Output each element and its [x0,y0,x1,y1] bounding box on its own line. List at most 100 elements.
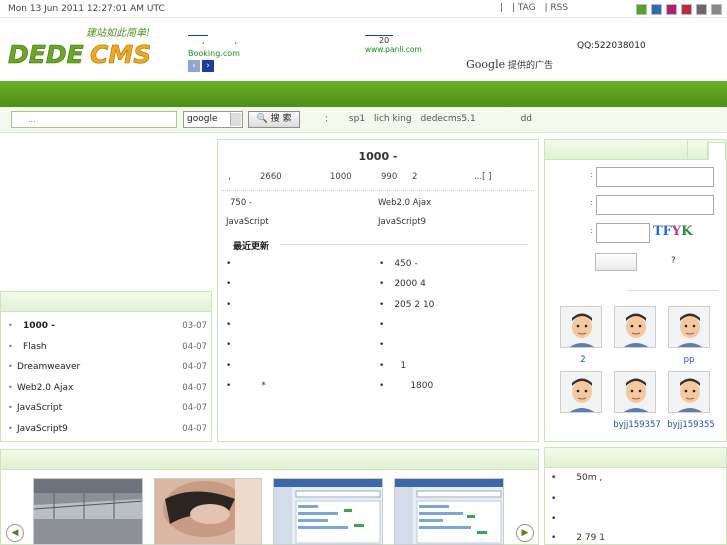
latest-item-title[interactable]: 1 [400,361,406,371]
svg-text:CMS: CMS [90,40,151,68]
list-item-title[interactable]: Dreamweaver [17,362,80,372]
latest-item[interactable]: • 450 - [379,259,418,269]
featured-link[interactable]: Web2.0 Ajax [378,198,431,208]
list-item-title[interactable]: Web2.0 Ajax [17,383,73,393]
list-item-title[interactable]: 50m , [576,473,602,483]
ad-panli[interactable]: 20 www.panli.com [365,30,435,54]
list-item[interactable]: • 2 79 1 [551,533,605,543]
user-avatar[interactable] [614,371,656,413]
theme-swatch-green[interactable] [636,4,647,15]
hot-keyword[interactable]: dd [521,114,532,124]
latest-item-title[interactable]: * [261,381,266,391]
latest-item[interactable]: • * [226,381,266,391]
hot-keyword[interactable]: lich king [374,114,412,124]
latest-item-title[interactable]: 1800 [410,381,433,391]
ad-panli-site[interactable]: www.panli.com [365,45,435,54]
slider-next-icon[interactable]: ▶ [516,524,534,542]
user-avatar[interactable] [560,371,602,413]
latest-item[interactable]: • [226,340,231,350]
user-name[interactable]: byjj159355 [661,420,721,430]
image-slider-header [1,450,538,470]
list-item[interactable]: • JavaScript 04-07 [7,398,207,419]
list-item-title[interactable]: JavaScript9 [17,424,68,434]
theme-swatch-gray[interactable] [696,4,707,15]
latest-item[interactable]: • 1 [379,361,406,371]
username-field[interactable] [596,167,714,187]
user-name[interactable]: pp [659,355,719,365]
hot-keyword[interactable]: sp1 [349,114,365,124]
latest-item-title[interactable]: 2000 4 [394,279,426,289]
forgot-password-link[interactable]: ? [671,256,676,266]
list-item[interactable]: • 1000 - 03-07 [7,316,207,337]
captcha-field[interactable] [596,223,650,243]
list-item-date: 04-07 [182,341,207,352]
theme-swatch-red[interactable] [681,4,692,15]
slider-image-screenshot-1[interactable] [273,478,383,545]
panel-tab-active[interactable] [708,142,726,160]
slider-image-warehouse[interactable] [33,478,143,545]
list-item[interactable]: • JavaScript9 04-07 [7,419,207,440]
login-button[interactable] [595,253,637,271]
latest-item[interactable]: • [226,320,231,330]
user-avatar[interactable] [560,306,602,348]
latest-item[interactable]: • 2000 4 [379,279,426,289]
list-item-title[interactable]: 2 79 1 [576,533,605,543]
list-item-title[interactable]: Flash [23,342,47,352]
latest-item[interactable]: • [379,340,384,350]
list-item[interactable]: • [551,494,556,504]
list-item[interactable]: • Flash 04-07 [7,337,207,358]
bullet-icon: • [8,382,13,392]
latest-item[interactable]: • [379,320,384,330]
search-input[interactable] [11,111,177,128]
list-item-date: 04-07 [182,423,207,434]
theme-swatch-blue[interactable] [651,4,662,15]
featured-link[interactable]: JavaScript9 [378,217,426,227]
hot-keyword[interactable]: dedecms5.1 [420,114,475,124]
ad-booking-site[interactable]: Booking.com [188,49,248,58]
theme-swatch-lightgray[interactable] [711,4,722,15]
latest-item[interactable]: • 205 2 10 [379,300,434,310]
user-avatar[interactable] [668,306,710,348]
read-more-link[interactable]: ...[ ] [474,172,491,182]
latest-item-title[interactable]: 450 - [394,259,417,269]
latest-item[interactable]: • [226,259,231,269]
list-item[interactable]: • [551,514,556,524]
login-panel-header [545,140,726,160]
list-item-title[interactable]: JavaScript [17,403,62,413]
featured-link[interactable]: JavaScript [226,217,269,227]
captcha-image[interactable]: TFYK [653,224,693,239]
summary-part: 2 [412,172,418,182]
headline-summary: , 2660 1000 990 2 ...[ ] [228,172,491,182]
ad-booking[interactable]: ,, Booking.com [188,30,248,58]
ad-prev-arrow-icon[interactable]: ‹ [188,60,200,72]
latest-item[interactable]: • [226,300,231,310]
ad-next-arrow-icon[interactable]: › [202,60,214,72]
top-link-rss[interactable]: | RSS [544,3,568,13]
list-item-title[interactable]: 1000 - [23,321,55,331]
latest-item[interactable]: • [226,361,231,371]
user-avatar[interactable] [668,371,710,413]
search-engine-select[interactable]: google [183,111,243,128]
slider-image-screenshot-2[interactable] [394,478,504,545]
list-item[interactable]: • Web2.0 Ajax 04-07 [7,378,207,399]
latest-item[interactable]: • 1800 [379,381,433,391]
user-name[interactable]: 2 [553,355,613,365]
password-field[interactable] [596,195,714,215]
latest-item-title[interactable]: 205 2 10 [394,300,434,310]
top-link-tag[interactable]: | TAG [512,3,536,13]
user-name[interactable]: byjj159357 [607,420,667,430]
featured-link[interactable]: 750 - [230,198,252,208]
headline-title[interactable]: 1000 - [218,150,538,163]
slider-image-scalp[interactable] [154,478,262,545]
site-logo[interactable]: 建站如此简单! DEDE CMS [8,26,172,69]
slider-prev-icon[interactable]: ◀ [6,524,24,542]
search-button[interactable]: 🔍 搜 索 [248,111,300,128]
top-link-home[interactable]: | [500,3,503,13]
list-item[interactable]: • 50m , [551,473,602,483]
user-avatar[interactable] [614,306,656,348]
latest-item[interactable]: • [226,279,231,289]
theme-swatch-magenta[interactable] [666,4,677,15]
search-engine-value: google [187,114,218,124]
list-item[interactable]: • Dreamweaver 04-07 [7,357,207,378]
google-ad-label[interactable]: Google 提供的广告 [466,58,553,71]
